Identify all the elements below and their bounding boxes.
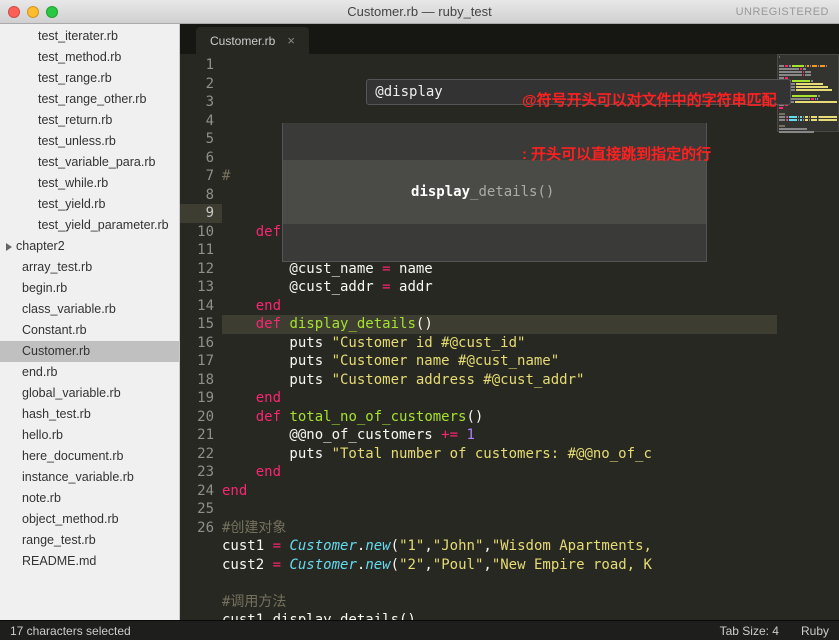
line-gutter: 1234567891011121314151617181920212223242…	[180, 54, 222, 620]
code-line[interactable]: cust1 = Customer.new("1","John","Wisdom …	[222, 537, 777, 556]
sidebar-item[interactable]: begin.rb	[0, 278, 179, 299]
code-line[interactable]: puts "Total number of customers: #@@no_o…	[222, 445, 777, 464]
editor-area: Customer.rb × 12345678910111213141516171…	[180, 24, 839, 620]
code-line[interactable]	[222, 500, 777, 519]
status-syntax[interactable]: Ruby	[801, 624, 829, 638]
sidebar-item[interactable]: Constant.rb	[0, 320, 179, 341]
sidebar-item[interactable]: test_range_other.rb	[0, 89, 179, 110]
sidebar-item[interactable]: test_method.rb	[0, 47, 179, 68]
tab-bar: Customer.rb ×	[180, 24, 839, 54]
sidebar-item[interactable]: end.rb	[0, 362, 179, 383]
sidebar-item[interactable]: range_test.rb	[0, 530, 179, 551]
code-line[interactable]: puts "Customer id #@cust_id"	[222, 334, 777, 353]
sidebar-item[interactable]: instance_variable.rb	[0, 467, 179, 488]
status-tab-size[interactable]: Tab Size: 4	[720, 624, 779, 638]
code-line[interactable]: end	[222, 297, 777, 316]
code-line[interactable]: def display_details()	[222, 315, 777, 334]
sidebar-item[interactable]: here_document.rb	[0, 446, 179, 467]
sidebar-item[interactable]: test_variable_para.rb	[0, 152, 179, 173]
sidebar-item[interactable]: test_yield_parameter.rb	[0, 215, 179, 236]
code-line[interactable]: #调用方法	[222, 593, 777, 612]
sidebar-item[interactable]: hash_test.rb	[0, 404, 179, 425]
code-line[interactable]: end	[222, 482, 777, 501]
unregistered-badge: UNREGISTERED	[736, 6, 829, 18]
sidebar-item[interactable]: test_range.rb	[0, 68, 179, 89]
window-title: Customer.rb — ruby_test	[0, 4, 839, 19]
sidebar-item[interactable]: test_iterater.rb	[0, 26, 179, 47]
sidebar-item[interactable]: README.md	[0, 551, 179, 572]
sidebar-item[interactable]: hello.rb	[0, 425, 179, 446]
code-content[interactable]: display_details() @符号开头可以对文件中的字符串匹配 : 开头…	[222, 54, 777, 620]
sidebar-item[interactable]: test_return.rb	[0, 110, 179, 131]
code-line[interactable]: puts "Customer name #@cust_name"	[222, 352, 777, 371]
code-line[interactable]: end	[222, 463, 777, 482]
chevron-right-icon	[6, 243, 12, 251]
sidebar-item[interactable]: test_unless.rb	[0, 131, 179, 152]
sidebar-item-label: chapter2	[16, 238, 65, 255]
sidebar-item[interactable]: object_method.rb	[0, 509, 179, 530]
goto-match: display	[411, 184, 470, 200]
sidebar-item[interactable]: Customer.rb	[0, 341, 179, 362]
sidebar-item[interactable]: array_test.rb	[0, 257, 179, 278]
close-icon[interactable]	[8, 6, 20, 18]
sidebar-item[interactable]: test_yield.rb	[0, 194, 179, 215]
code-line[interactable]: puts "Customer address #@cust_addr"	[222, 371, 777, 390]
code-line[interactable]: cust1.display_details()	[222, 611, 777, 620]
annotation-line: : 开头可以直接跳到指定的行	[522, 146, 777, 164]
code-line[interactable]: @@no_of_customers += 1	[222, 426, 777, 445]
annotation-overlay: @符号开头可以对文件中的字符串匹配 : 开头可以直接跳到指定的行	[522, 56, 777, 200]
code-line[interactable]: cust2 = Customer.new("2","Poul","New Emp…	[222, 556, 777, 575]
close-icon[interactable]: ×	[287, 33, 295, 48]
sidebar-item[interactable]: global_variable.rb	[0, 383, 179, 404]
code-line[interactable]	[222, 574, 777, 593]
sidebar-item[interactable]: class_variable.rb	[0, 299, 179, 320]
annotation-line: @符号开头可以对文件中的字符串匹配	[522, 92, 777, 110]
minimize-icon[interactable]	[27, 6, 39, 18]
minimap[interactable]	[777, 54, 839, 620]
maximize-icon[interactable]	[46, 6, 58, 18]
sidebar-item[interactable]: note.rb	[0, 488, 179, 509]
code-line[interactable]: #创建对象	[222, 519, 777, 538]
tab-label: Customer.rb	[210, 34, 275, 48]
file-sidebar[interactable]: test_iterater.rbtest_method.rbtest_range…	[0, 24, 180, 620]
code-line[interactable]: def total_no_of_customers()	[222, 408, 777, 427]
editor-body[interactable]: 1234567891011121314151617181920212223242…	[180, 54, 839, 620]
sidebar-folder[interactable]: chapter2	[0, 236, 179, 257]
status-selection: 17 characters selected	[10, 624, 131, 638]
sidebar-item[interactable]: test_while.rb	[0, 173, 179, 194]
tab-customer-rb[interactable]: Customer.rb ×	[196, 27, 309, 54]
code-line[interactable]: end	[222, 389, 777, 408]
window-titlebar: Customer.rb — ruby_test UNREGISTERED	[0, 0, 839, 24]
traffic-lights	[8, 6, 58, 18]
status-bar: 17 characters selected Tab Size: 4 Ruby	[0, 620, 839, 640]
